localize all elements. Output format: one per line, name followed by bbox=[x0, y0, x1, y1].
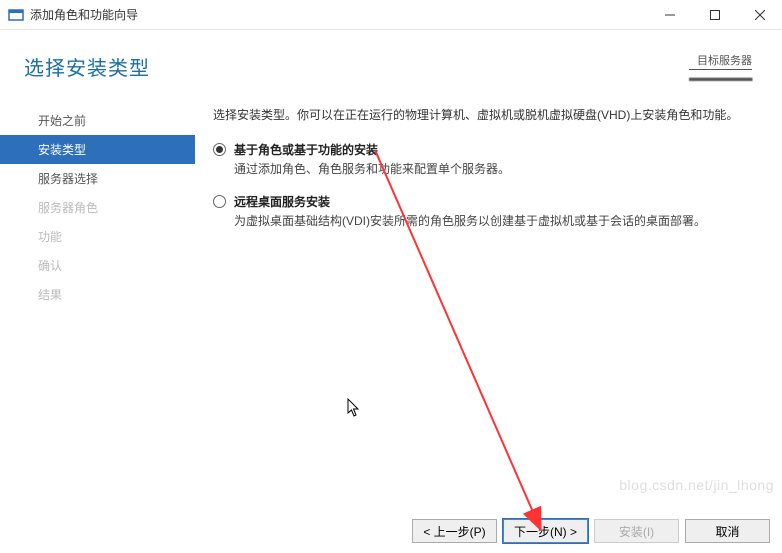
sidebar-item-install-type[interactable]: 安装类型 bbox=[0, 135, 195, 164]
wizard-content: 选择安装类型。你可以在正在运行的物理计算机、虚拟机或脱机虚拟硬盘(VHD)上安装… bbox=[195, 98, 782, 524]
radio-desc: 为虚拟桌面基础结构(VDI)安装所需的角色服务以创建基于虚拟机或基于会话的桌面部… bbox=[234, 212, 764, 231]
radio-role-based-install[interactable]: 基于角色或基于功能的安装 通过添加角色、角色服务和功能来配置单个服务器。 bbox=[213, 141, 764, 179]
sidebar-item-confirm: 确认 bbox=[0, 251, 195, 280]
radio-icon bbox=[213, 195, 226, 208]
button-bar: < 上一步(P) 下一步(N) > 安装(I) 取消 bbox=[412, 519, 770, 543]
radio-title: 远程桌面服务安装 bbox=[234, 193, 764, 210]
close-button[interactable] bbox=[737, 0, 782, 30]
wizard-sidebar: 开始之前 安装类型 服务器选择 服务器角色 功能 确认 结果 bbox=[0, 98, 195, 524]
maximize-button[interactable] bbox=[692, 0, 737, 30]
radio-remote-desktop-install[interactable]: 远程桌面服务安装 为虚拟桌面基础结构(VDI)安装所需的角色服务以创建基于虚拟机… bbox=[213, 193, 764, 231]
install-button: 安装(I) bbox=[594, 519, 679, 543]
content-intro: 选择安装类型。你可以在正在运行的物理计算机、虚拟机或脱机虚拟硬盘(VHD)上安装… bbox=[213, 106, 764, 125]
minimize-button[interactable] bbox=[647, 0, 692, 30]
radio-body: 远程桌面服务安装 为虚拟桌面基础结构(VDI)安装所需的角色服务以创建基于虚拟机… bbox=[234, 193, 764, 231]
app-icon bbox=[8, 7, 24, 23]
page-title: 选择安装类型 bbox=[24, 52, 150, 81]
titlebar: 添加角色和功能向导 bbox=[0, 0, 782, 30]
wizard-body: 开始之前 安装类型 服务器选择 服务器角色 功能 确认 结果 选择安装类型。你可… bbox=[0, 94, 782, 524]
prev-button[interactable]: < 上一步(P) bbox=[412, 519, 497, 543]
wizard-header: 选择安装类型 目标服务器 ▬▬▬▬▬▬ bbox=[0, 30, 782, 94]
sidebar-item-server-roles: 服务器角色 bbox=[0, 193, 195, 222]
sidebar-item-before-begin[interactable]: 开始之前 bbox=[0, 106, 195, 135]
sidebar-item-server-selection[interactable]: 服务器选择 bbox=[0, 164, 195, 193]
window-title: 添加角色和功能向导 bbox=[30, 6, 138, 23]
radio-icon bbox=[213, 143, 226, 156]
radio-desc: 通过添加角色、角色服务和功能来配置单个服务器。 bbox=[234, 160, 764, 179]
radio-body: 基于角色或基于功能的安装 通过添加角色、角色服务和功能来配置单个服务器。 bbox=[234, 141, 764, 179]
sidebar-item-features: 功能 bbox=[0, 222, 195, 251]
cancel-button[interactable]: 取消 bbox=[685, 519, 770, 543]
window-controls bbox=[647, 0, 782, 30]
sidebar-item-result: 结果 bbox=[0, 280, 195, 309]
radio-title: 基于角色或基于功能的安装 bbox=[234, 141, 764, 158]
next-button[interactable]: 下一步(N) > bbox=[503, 519, 588, 543]
target-server-value: ▬▬▬▬▬▬ bbox=[689, 72, 752, 84]
target-server-info: 目标服务器 ▬▬▬▬▬▬ bbox=[689, 52, 752, 84]
target-server-label: 目标服务器 bbox=[689, 52, 752, 70]
